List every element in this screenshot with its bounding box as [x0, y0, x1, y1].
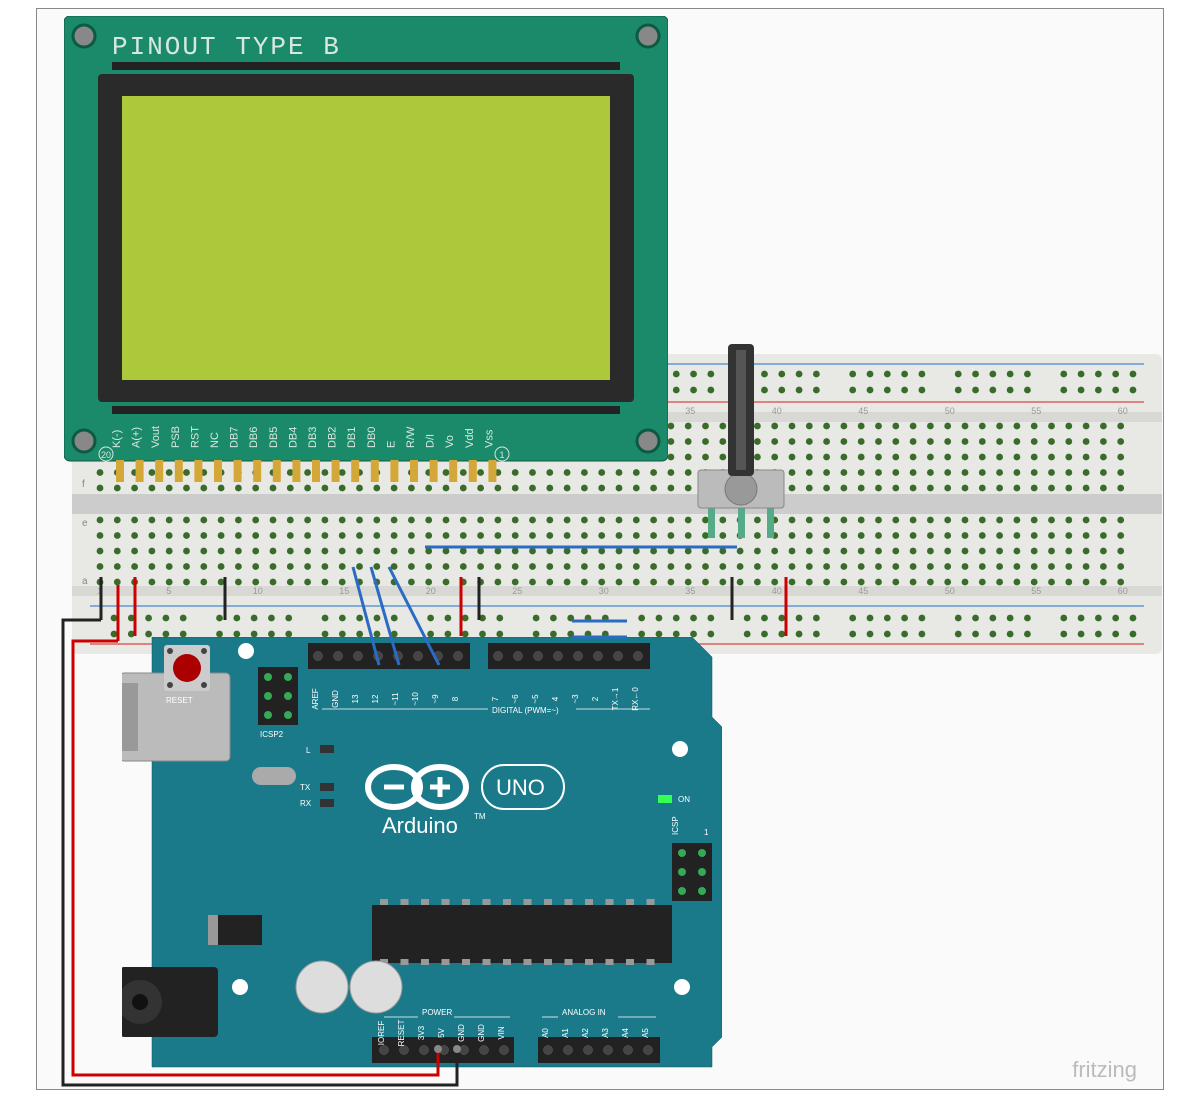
svg-text:a: a	[82, 576, 88, 587]
svg-text:25: 25	[512, 586, 522, 596]
svg-text:50: 50	[945, 406, 955, 416]
svg-text:AREF: AREF	[311, 688, 320, 709]
svg-text:8: 8	[451, 696, 460, 701]
svg-text:~11: ~11	[391, 692, 400, 706]
svg-text:ICSP2: ICSP2	[260, 730, 284, 739]
svg-text:35: 35	[685, 406, 695, 416]
svg-text:E: E	[385, 441, 397, 448]
svg-text:A5: A5	[641, 1028, 650, 1038]
svg-text:1: 1	[499, 450, 504, 460]
svg-text:5: 5	[166, 586, 171, 596]
svg-text:RESET: RESET	[397, 1020, 406, 1047]
svg-text:A0: A0	[541, 1028, 550, 1038]
svg-text:20: 20	[101, 450, 111, 460]
svg-text:RX: RX	[300, 799, 312, 808]
svg-text:55: 55	[1031, 586, 1041, 596]
reset-label: RESET	[166, 696, 193, 705]
svg-text:VIN: VIN	[497, 1026, 506, 1040]
svg-text:ON: ON	[678, 795, 690, 804]
svg-text:DIGITAL (PWM=~): DIGITAL (PWM=~)	[492, 706, 559, 715]
svg-text:e: e	[82, 518, 88, 529]
svg-text:DB1: DB1	[346, 427, 358, 448]
svg-text:UNO: UNO	[496, 775, 545, 800]
svg-text:DB3: DB3	[307, 427, 319, 448]
svg-text:DB6: DB6	[248, 427, 260, 448]
svg-text:ANALOG IN: ANALOG IN	[562, 1008, 606, 1017]
svg-text:~3: ~3	[571, 694, 580, 704]
svg-text:10: 10	[253, 586, 263, 596]
svg-text:1: 1	[97, 586, 102, 596]
svg-text:D/I: D/I	[425, 434, 437, 448]
svg-text:35: 35	[685, 586, 695, 596]
svg-text:5V: 5V	[437, 1027, 446, 1037]
svg-text:DB4: DB4	[287, 427, 299, 448]
svg-text:RST: RST	[189, 426, 201, 448]
svg-text:4: 4	[551, 696, 560, 701]
diagram-canvas: 1155101015152020252530303535404045455050…	[36, 8, 1164, 1090]
watermark: fritzing	[1072, 1057, 1137, 1083]
svg-text:Vout: Vout	[150, 426, 162, 448]
svg-text:GND: GND	[331, 690, 340, 708]
svg-text:K(-): K(-)	[111, 430, 123, 448]
svg-text:20: 20	[426, 586, 436, 596]
svg-text:GND: GND	[477, 1024, 486, 1042]
svg-text:13: 13	[351, 694, 360, 703]
svg-text:ICSP: ICSP	[671, 816, 680, 835]
svg-text:55: 55	[1031, 406, 1041, 416]
lcd-title: PINOUT TYPE B	[112, 32, 341, 62]
svg-text:Vdd: Vdd	[464, 428, 476, 448]
svg-text:TM: TM	[474, 812, 486, 821]
svg-text:DB7: DB7	[229, 427, 241, 448]
svg-text:Vo: Vo	[444, 435, 456, 448]
svg-text:15: 15	[339, 586, 349, 596]
svg-text:~10: ~10	[411, 692, 420, 706]
svg-text:IOREF: IOREF	[377, 1021, 386, 1046]
svg-text:PSB: PSB	[170, 426, 182, 448]
svg-text:NC: NC	[209, 432, 221, 448]
svg-text:TX→1: TX→1	[611, 687, 620, 710]
svg-text:L: L	[306, 746, 311, 755]
svg-text:DB5: DB5	[268, 427, 280, 448]
arduino-uno: RESET ICSP2 AREFGND1312~11~10~98 7~6~54~…	[122, 637, 722, 1077]
svg-text:12: 12	[371, 694, 380, 703]
svg-text:~9: ~9	[431, 694, 440, 704]
svg-text:DB0: DB0	[366, 427, 378, 448]
svg-text:RX←0: RX←0	[631, 687, 640, 711]
svg-text:GND: GND	[457, 1024, 466, 1042]
svg-text:~6: ~6	[511, 694, 520, 704]
svg-text:A4: A4	[621, 1028, 630, 1038]
svg-text:45: 45	[858, 406, 868, 416]
svg-text:1: 1	[704, 828, 709, 837]
svg-text:A1: A1	[561, 1028, 570, 1038]
svg-text:60: 60	[1118, 406, 1128, 416]
svg-text:60: 60	[1118, 586, 1128, 596]
svg-text:3V3: 3V3	[417, 1025, 426, 1040]
svg-text:Vss: Vss	[483, 429, 495, 448]
svg-text:POWER: POWER	[422, 1008, 452, 1017]
svg-text:A(+): A(+)	[131, 427, 143, 448]
svg-text:R/W: R/W	[405, 426, 417, 448]
svg-text:DB2: DB2	[327, 427, 339, 448]
potentiometer[interactable]	[696, 344, 786, 540]
lcd-module: PINOUT TYPE B K(-) A(+) Vout PSB RST NC DB7 DB6…	[64, 16, 668, 482]
svg-text:2: 2	[591, 696, 600, 701]
svg-text:30: 30	[599, 586, 609, 596]
svg-text:7: 7	[491, 696, 500, 701]
svg-text:TX: TX	[300, 783, 311, 792]
svg-text:Arduino: Arduino	[382, 813, 458, 838]
svg-text:45: 45	[858, 586, 868, 596]
svg-text:A3: A3	[601, 1028, 610, 1038]
svg-text:50: 50	[945, 586, 955, 596]
svg-text:A2: A2	[581, 1028, 590, 1038]
svg-text:40: 40	[772, 586, 782, 596]
svg-text:~5: ~5	[531, 694, 540, 704]
